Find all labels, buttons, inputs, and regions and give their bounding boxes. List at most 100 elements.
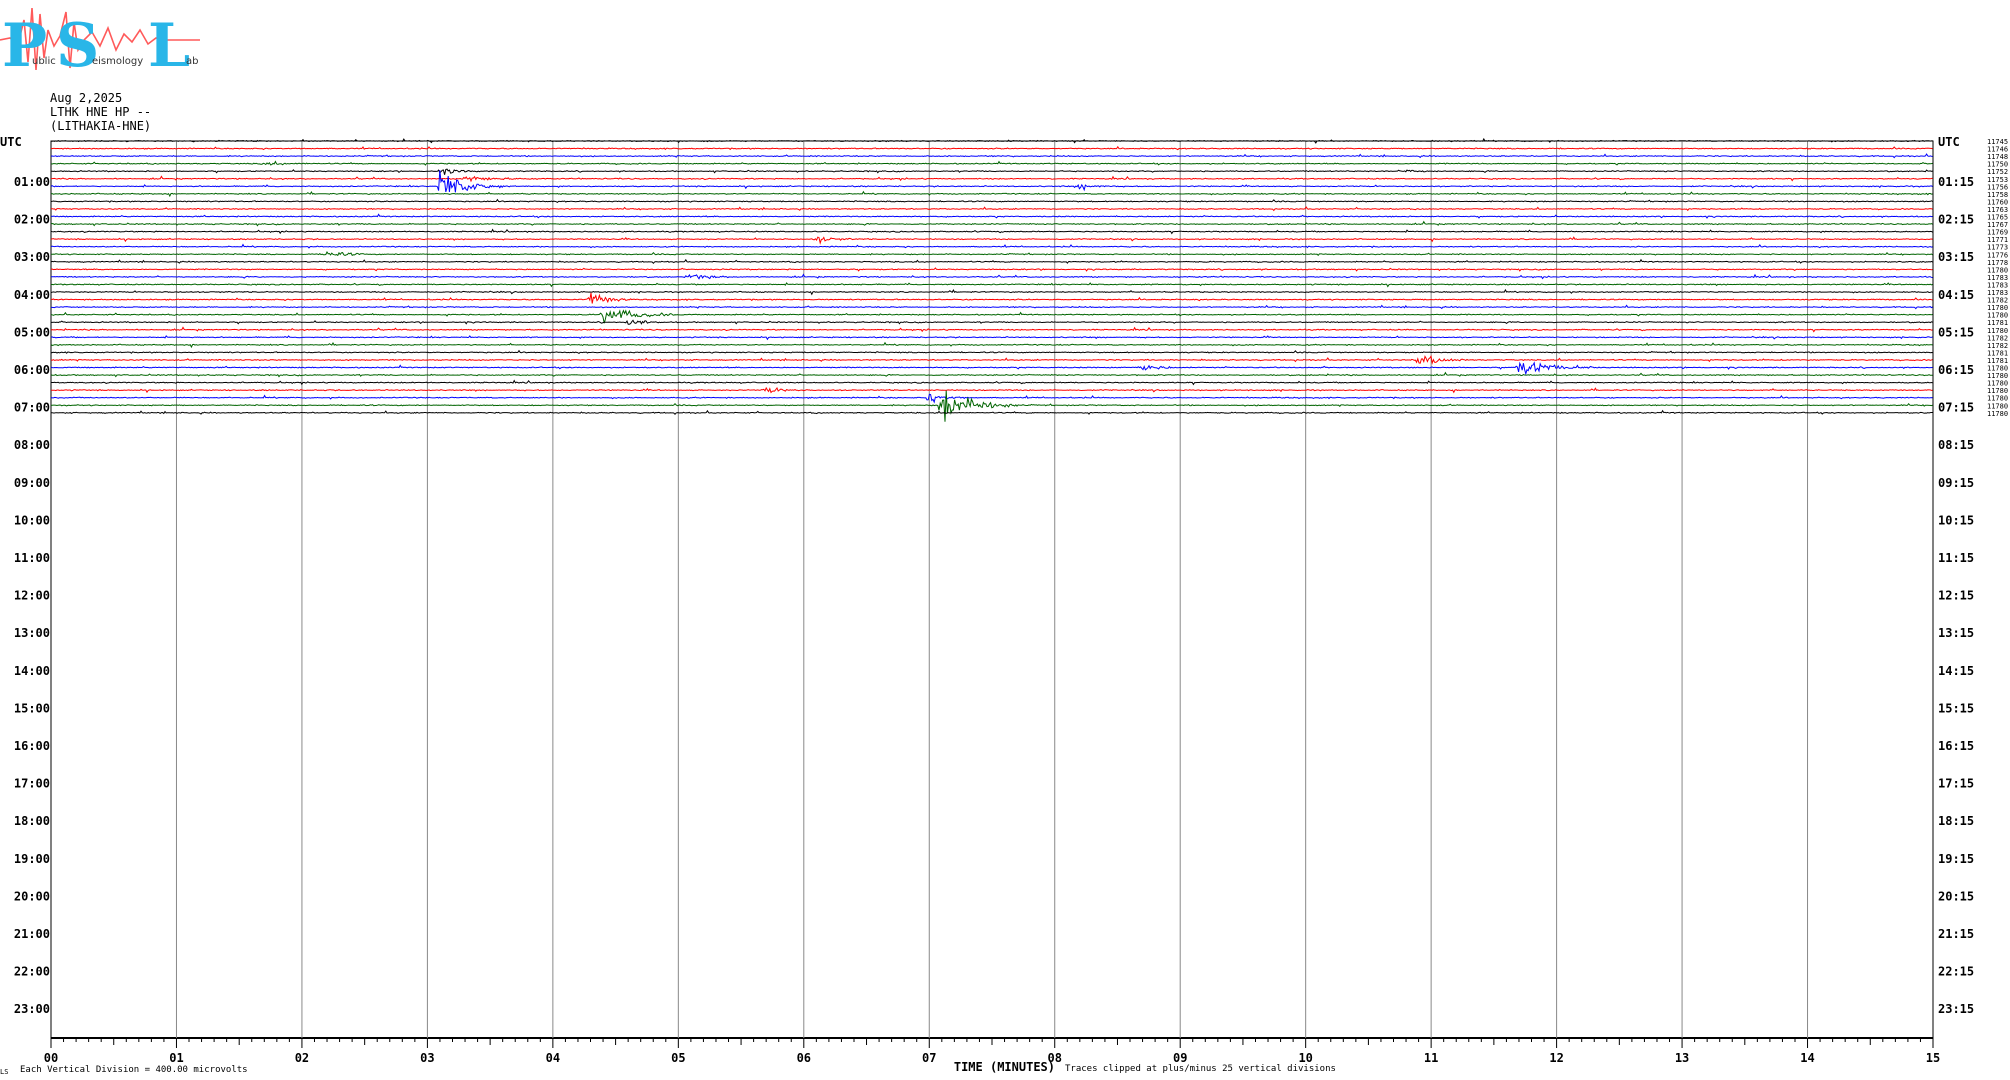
hour-label-right: 09:15: [1938, 476, 1974, 490]
seismic-trace: [50, 341, 1933, 349]
x-tick-label: 07: [922, 1051, 936, 1065]
seismic-trace: [51, 250, 1933, 257]
hour-label-right: 06:15: [1938, 363, 1974, 377]
hour-label-right: 07:15: [1938, 401, 1974, 415]
hour-label-right: 15:15: [1938, 701, 1974, 715]
left-utc-label: UTC: [0, 135, 22, 149]
hour-label-left: 13:00: [14, 626, 50, 640]
x-tick-label: 04: [546, 1051, 560, 1065]
trace-offset-label: 11780: [1987, 410, 2008, 418]
hour-label-left: 19:00: [14, 852, 50, 866]
hour-label-right: 02:15: [1938, 213, 1974, 227]
seismic-trace: [50, 213, 1933, 219]
hour-label-right: 05:15: [1938, 325, 1974, 339]
seismic-trace: [50, 228, 1933, 235]
x-tick-label: 01: [169, 1051, 183, 1065]
clip-note: Traces clipped at plus/minus 25 vertical…: [1065, 1064, 1336, 1074]
hour-label-left: 22:00: [14, 965, 50, 979]
scale-prefix: LS: [0, 1068, 8, 1076]
hour-label-right: 19:15: [1938, 852, 1974, 866]
hour-label-left: 04:00: [14, 288, 50, 302]
seismic-trace: [50, 145, 1933, 151]
seismic-trace: [50, 355, 1933, 365]
seismic-trace: [51, 175, 1933, 183]
seismic-trace: [50, 361, 1933, 376]
seismic-trace: [50, 292, 1933, 304]
hour-label-right: 13:15: [1938, 626, 1974, 640]
x-tick-label: 13: [1675, 1051, 1689, 1065]
hour-label-right: 22:15: [1938, 965, 1974, 979]
seismic-trace: [50, 236, 1933, 245]
x-tick-label: 12: [1549, 1051, 1563, 1065]
seismic-trace: [50, 304, 1933, 310]
seismic-trace: [50, 258, 1933, 265]
hour-label-left: 17:00: [14, 777, 50, 791]
hour-label-left: 14:00: [14, 664, 50, 678]
hour-label-right: 03:15: [1938, 250, 1974, 264]
hour-label-right: 04:15: [1938, 288, 1974, 302]
hour-label-right: 23:15: [1938, 1002, 1974, 1016]
seismic-trace: [51, 409, 1933, 416]
x-tick-label: 03: [420, 1051, 434, 1065]
hour-label-right: 17:15: [1938, 777, 1974, 791]
hour-label-left: 16:00: [14, 739, 50, 753]
x-tick-label: 09: [1173, 1051, 1187, 1065]
seismic-trace: [50, 267, 1933, 272]
seismic-trace: [50, 393, 1933, 404]
hour-label-left: 15:00: [14, 701, 50, 715]
hour-label-right: 12:15: [1938, 589, 1974, 603]
hour-label-right: 14:15: [1938, 664, 1974, 678]
x-tick-label: 11: [1424, 1051, 1438, 1065]
hour-label-left: 03:00: [14, 250, 50, 264]
x-tick-label: 02: [295, 1051, 309, 1065]
hour-label-left: 06:00: [14, 363, 50, 377]
hour-label-left: 20:00: [14, 889, 50, 903]
seismic-trace: [50, 390, 1933, 422]
right-utc-label: UTC: [1938, 135, 1960, 149]
hour-label-left: 02:00: [14, 213, 50, 227]
hour-label-right: 08:15: [1938, 438, 1974, 452]
seismic-trace: [50, 335, 1933, 341]
seismic-trace: [50, 160, 1933, 166]
seismic-trace: [50, 379, 1933, 386]
x-tick-label: 15: [1926, 1051, 1940, 1065]
x-tick-label: 00: [44, 1051, 58, 1065]
hour-label-right: 21:15: [1938, 927, 1974, 941]
hour-label-right: 18:15: [1938, 814, 1974, 828]
seismic-trace: [50, 220, 1933, 227]
seismic-trace: [50, 153, 1933, 159]
hour-label-left: 21:00: [14, 927, 50, 941]
hour-label-left: 05:00: [14, 325, 50, 339]
hour-label-left: 10:00: [14, 513, 50, 527]
scale-note: Each Vertical Division = 400.00 microvol…: [20, 1065, 248, 1075]
seismic-trace: [50, 170, 1933, 193]
seismic-trace: [50, 288, 1933, 296]
x-tick-label: 10: [1298, 1051, 1312, 1065]
seismic-trace: [50, 371, 1933, 378]
seismic-trace: [51, 273, 1933, 280]
plot-frame: [50, 140, 1934, 1039]
helicorder-plot: 00 01 02 03 04 05 06 07 08 09 10 11 12 13 14 15UTC01:00…: [0, 135, 2008, 1076]
seismic-trace: [51, 386, 1933, 394]
hour-label-left: 01:00: [14, 175, 50, 189]
seismic-trace: [50, 326, 1933, 333]
hour-label-left: 09:00: [14, 476, 50, 490]
hour-label-right: 20:15: [1938, 889, 1974, 903]
hour-label-left: 18:00: [14, 814, 50, 828]
seismic-trace: [50, 349, 1933, 355]
hour-label-left: 23:00: [14, 1002, 50, 1016]
seismic-trace: [50, 282, 1933, 288]
hour-label-left: 07:00: [14, 401, 50, 415]
hour-label-right: 01:15: [1938, 175, 1974, 189]
hour-label-right: 11:15: [1938, 551, 1974, 565]
hour-label-left: 11:00: [14, 551, 50, 565]
seismic-trace: [51, 137, 1933, 144]
x-tick-label: 05: [671, 1051, 685, 1065]
seismic-trace: [50, 198, 1933, 204]
hour-label-left: 08:00: [14, 438, 50, 452]
hour-label-right: 10:15: [1938, 513, 1974, 527]
x-tick-label: 14: [1800, 1051, 1814, 1065]
seismic-trace: [50, 206, 1933, 212]
seismic-trace: [51, 319, 1933, 325]
seismic-trace: [50, 190, 1933, 198]
